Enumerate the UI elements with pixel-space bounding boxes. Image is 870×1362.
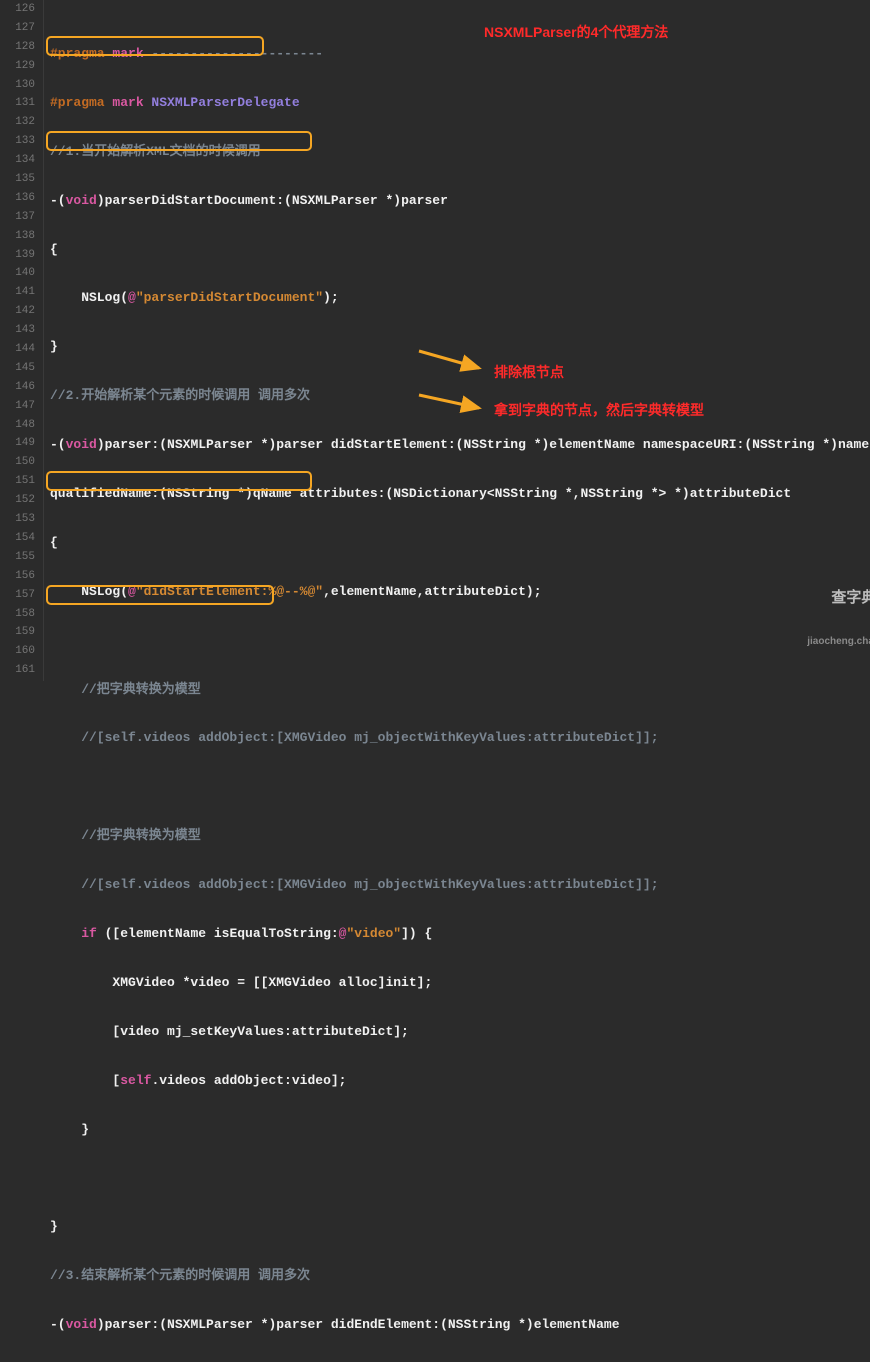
code-line: if ([elementName isEqualToString:@"video… <box>50 925 870 944</box>
line-number: 158 <box>0 605 35 624</box>
code-line: [video mj_setKeyValues:attributeDict]; <box>50 1023 870 1042</box>
line-number: 147 <box>0 397 35 416</box>
code-line: } <box>50 1218 870 1237</box>
line-number: 126 <box>0 0 35 19</box>
line-number: 159 <box>0 623 35 642</box>
line-number: 137 <box>0 208 35 227</box>
line-number: 153 <box>0 510 35 529</box>
code-line: //把字典转换为模型 <box>50 681 870 700</box>
code-line: //3.结束解析某个元素的时候调用 调用多次 <box>50 1267 870 1286</box>
code-line: XMGVideo *video = [[XMGVideo alloc]init]… <box>50 974 870 993</box>
line-number: 128 <box>0 38 35 57</box>
code-line <box>50 632 870 651</box>
code-line: #pragma mark ---------------------- <box>50 45 870 64</box>
line-number: 155 <box>0 548 35 567</box>
line-number: 135 <box>0 170 35 189</box>
code-line: //2.开始解析某个元素的时候调用 调用多次 <box>50 387 870 406</box>
line-number: 140 <box>0 264 35 283</box>
line-number: 161 <box>0 661 35 680</box>
code-line <box>50 1169 870 1188</box>
code-area[interactable]: #pragma mark ---------------------- #pra… <box>44 0 870 681</box>
line-number: 152 <box>0 491 35 510</box>
line-number: 134 <box>0 151 35 170</box>
line-number: 157 <box>0 586 35 605</box>
highlight-comment-3: //3.结束解析某个元素的时候调用 调用多次 <box>50 1268 310 1283</box>
code-line <box>50 778 870 797</box>
line-number: 150 <box>0 453 35 472</box>
line-number: 142 <box>0 302 35 321</box>
code-editor: 1261271281291301311321331341351361371381… <box>0 0 870 681</box>
line-number: 132 <box>0 113 35 132</box>
code-line: //[self.videos addObject:[XMGVideo mj_ob… <box>50 729 870 748</box>
highlight-comment-2: //2.开始解析某个元素的时候调用 调用多次 <box>50 388 310 403</box>
line-number: 130 <box>0 76 35 95</box>
line-number: 156 <box>0 567 35 586</box>
line-number: 143 <box>0 321 35 340</box>
code-line: NSLog(@"didStartElement:%@--%@",elementN… <box>50 583 870 602</box>
line-number: 146 <box>0 378 35 397</box>
watermark: 查字典 教程网 jiaocheng.chazidian.com <box>807 559 870 677</box>
line-number: 160 <box>0 642 35 661</box>
line-number: 127 <box>0 19 35 38</box>
line-number: 131 <box>0 94 35 113</box>
code-line: NSLog(@"parserDidStartDocument"); <box>50 289 870 308</box>
line-number: 145 <box>0 359 35 378</box>
code-line: { <box>50 534 870 553</box>
code-line: } <box>50 1121 870 1140</box>
line-number: 144 <box>0 340 35 359</box>
code-line: { <box>50 241 870 260</box>
line-number-gutter: 1261271281291301311321331341351361371381… <box>0 0 44 681</box>
code-line: //把字典转换为模型 <box>50 827 870 846</box>
line-number: 149 <box>0 434 35 453</box>
line-number: 138 <box>0 227 35 246</box>
code-line: //[self.videos addObject:[XMGVideo mj_ob… <box>50 876 870 895</box>
line-number: 141 <box>0 283 35 302</box>
line-number: 133 <box>0 132 35 151</box>
line-number: 151 <box>0 472 35 491</box>
code-line: -(void)parser:(NSXMLParser *)parser didE… <box>50 1316 870 1335</box>
code-line: //1.当开始解析XML文档的时候调用 <box>50 143 870 162</box>
line-number: 136 <box>0 189 35 208</box>
highlight-comment-1: //1.当开始解析XML文档的时候调用 <box>50 144 261 159</box>
code-line: -(void)parserDidStartDocument:(NSXMLPars… <box>50 192 870 211</box>
code-line: } <box>50 338 870 357</box>
annotation-exclude-root: 排除根节点 <box>494 362 564 382</box>
line-number: 148 <box>0 416 35 435</box>
line-number: 139 <box>0 246 35 265</box>
code-line: -(void)parser:(NSXMLParser *)parser didS… <box>50 436 870 455</box>
line-number: 129 <box>0 57 35 76</box>
code-line: qualifiedName:(NSString *)qName attribut… <box>50 485 870 504</box>
code-line: #pragma mark NSXMLParserDelegate <box>50 94 870 113</box>
code-line: [self.videos addObject:video]; <box>50 1072 870 1091</box>
annotation-top: NSXMLParser的4个代理方法 <box>484 22 668 42</box>
line-number: 154 <box>0 529 35 548</box>
